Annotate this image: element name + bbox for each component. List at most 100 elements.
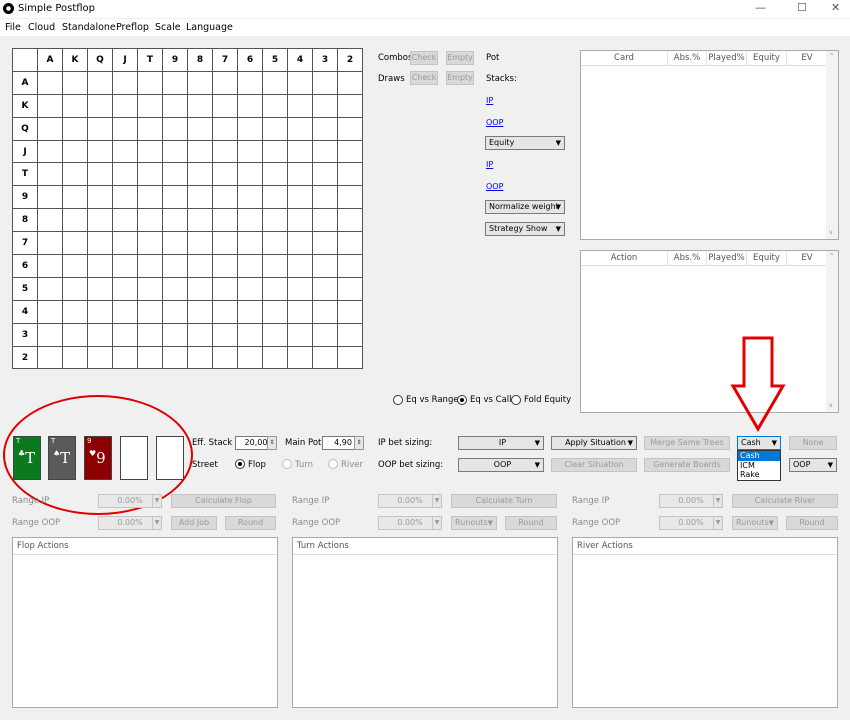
grid-cell[interactable] <box>162 70 188 95</box>
grid-cell[interactable] <box>112 299 138 324</box>
grid-cell[interactable] <box>262 162 288 187</box>
turn-actions-panel[interactable]: Turn Actions <box>292 537 558 708</box>
grid-cell[interactable] <box>187 70 213 95</box>
grid-cell[interactable] <box>212 185 238 210</box>
grid-cell[interactable] <box>187 139 213 164</box>
grid-cell[interactable] <box>287 322 313 347</box>
close-button[interactable]: ✕ <box>831 1 840 14</box>
scroll-up-icon[interactable]: ^ <box>829 253 834 260</box>
grid-cell[interactable] <box>312 116 338 141</box>
grid-cell[interactable] <box>287 208 313 233</box>
grid-cell[interactable] <box>137 254 163 278</box>
flop-range-ip-input[interactable]: 0.00% ▼ <box>98 494 162 508</box>
grid-cell[interactable] <box>337 231 363 256</box>
grid-cell[interactable] <box>237 299 263 324</box>
grid-cell[interactable] <box>212 254 238 278</box>
river-actions-panel[interactable]: River Actions <box>572 537 838 708</box>
grid-cell[interactable] <box>312 231 338 256</box>
grid-cell[interactable] <box>137 208 163 233</box>
grid-cell[interactable] <box>287 185 313 210</box>
grid-cell[interactable] <box>162 208 188 233</box>
draws-check-button[interactable]: Check <box>410 71 438 85</box>
grid-cell[interactable] <box>137 322 163 347</box>
card-table[interactable]: Card Abs.% Played% Equity EV ^ v <box>580 50 839 240</box>
grid-cell[interactable] <box>337 70 363 95</box>
grid-cell[interactable] <box>262 322 288 347</box>
grid-cell[interactable] <box>262 139 288 164</box>
grid-cell[interactable] <box>87 254 113 278</box>
grid-cell[interactable] <box>187 208 213 233</box>
flop-range-oop-input[interactable]: 0.00% ▼ <box>98 516 162 530</box>
grid-cell[interactable] <box>312 345 338 370</box>
grid-cell[interactable] <box>212 345 238 370</box>
game-type-dropdown[interactable]: Cash ICM Rake <box>737 450 781 481</box>
grid-cell[interactable] <box>337 208 363 233</box>
grid-cell[interactable] <box>262 70 288 95</box>
turn-range-oop-input[interactable]: 0.00% ▼ <box>378 516 442 530</box>
grid-cell[interactable] <box>162 231 188 256</box>
grid-cell[interactable] <box>212 208 238 233</box>
maximize-button[interactable]: ☐ <box>797 1 807 14</box>
grid-cell[interactable] <box>162 116 188 141</box>
grid-cell[interactable] <box>212 231 238 256</box>
grid-cell[interactable] <box>312 139 338 164</box>
grid-cell[interactable] <box>312 185 338 210</box>
grid-cell[interactable] <box>312 276 338 301</box>
grid-cell[interactable] <box>187 299 213 324</box>
grid-cell[interactable] <box>187 231 213 256</box>
oop-player-select[interactable]: OOP ▼ <box>789 458 837 472</box>
equity-col-header[interactable]: Equity <box>747 51 787 66</box>
equity-select[interactable]: Equity ▼ <box>485 136 565 150</box>
grid-cell[interactable] <box>337 299 363 324</box>
grid-cell[interactable] <box>137 231 163 256</box>
equity-col-header[interactable]: Equity <box>747 251 787 266</box>
chevron-down-icon[interactable]: ▼ <box>432 516 442 530</box>
abs-col-header[interactable]: Abs.% <box>668 51 707 66</box>
grid-cell[interactable] <box>237 139 263 164</box>
menu-standalone[interactable]: Standalone <box>62 22 116 33</box>
grid-cell[interactable] <box>212 162 238 187</box>
grid-cell[interactable] <box>37 139 63 164</box>
grid-cell[interactable] <box>237 254 263 278</box>
grid-cell[interactable] <box>237 93 263 118</box>
river-round-button[interactable]: Round <box>786 516 838 530</box>
grid-cell[interactable] <box>312 299 338 324</box>
grid-cell[interactable] <box>112 345 138 370</box>
scroll-down-icon[interactable]: v <box>829 229 833 236</box>
turn-round-button[interactable]: Round <box>505 516 557 530</box>
chevron-down-icon[interactable]: ▼ <box>432 494 442 508</box>
ip-range-link[interactable]: IP <box>486 96 493 105</box>
grid-cell[interactable] <box>62 276 88 301</box>
card-table-scrollbar[interactable]: ^ v <box>826 51 838 239</box>
turn-radio[interactable] <box>282 459 292 469</box>
grid-cell[interactable] <box>212 276 238 301</box>
card-col-header[interactable]: Card <box>581 51 668 66</box>
calculate-flop-button[interactable]: Calculate Flop <box>171 494 276 508</box>
grid-cell[interactable] <box>187 116 213 141</box>
grid-cell[interactable] <box>162 345 188 370</box>
grid-cell[interactable] <box>37 93 63 118</box>
grid-cell[interactable] <box>237 231 263 256</box>
grid-cell[interactable] <box>337 322 363 347</box>
grid-cell[interactable] <box>62 162 88 187</box>
grid-cell[interactable] <box>287 276 313 301</box>
merge-same-trees-button[interactable]: Merge Same Trees <box>644 436 730 450</box>
minimize-button[interactable]: — <box>755 1 766 14</box>
grid-cell[interactable] <box>287 345 313 370</box>
grid-cell[interactable] <box>262 254 288 278</box>
grid-cell[interactable] <box>112 93 138 118</box>
menu-preflop[interactable]: Preflop <box>116 22 149 33</box>
grid-cell[interactable] <box>37 116 63 141</box>
grid-cell[interactable] <box>62 345 88 370</box>
grid-cell[interactable] <box>237 322 263 347</box>
grid-cell[interactable] <box>37 162 63 187</box>
grid-cell[interactable] <box>212 299 238 324</box>
river-range-oop-input[interactable]: 0.00% ▼ <box>659 516 723 530</box>
grid-cell[interactable] <box>212 139 238 164</box>
grid-cell[interactable] <box>287 93 313 118</box>
grid-cell[interactable] <box>62 116 88 141</box>
generate-boards-button[interactable]: Generate Boards <box>644 458 730 472</box>
grid-cell[interactable] <box>237 276 263 301</box>
grid-cell[interactable] <box>262 276 288 301</box>
calculate-turn-button[interactable]: Calculate Turn <box>451 494 557 508</box>
